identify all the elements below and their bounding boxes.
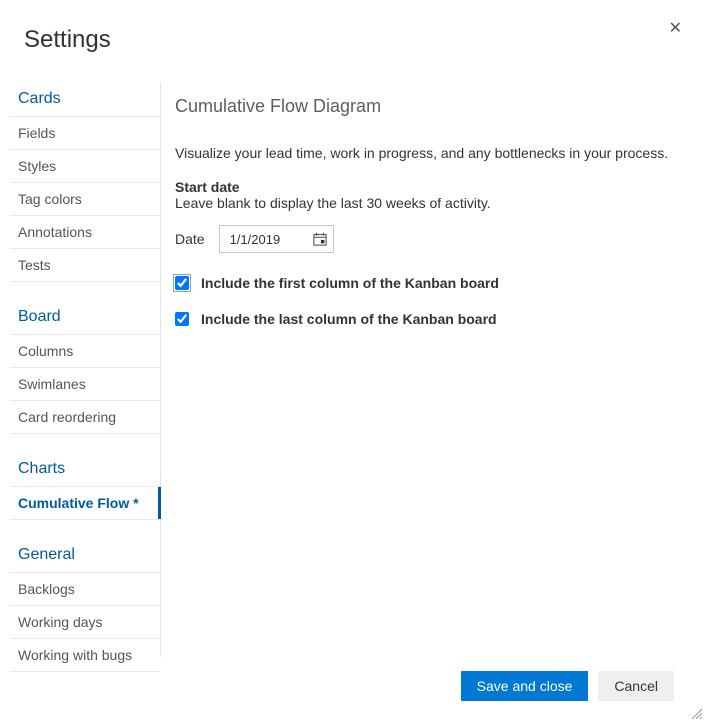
sidebar-item-tag-colors[interactable]: Tag colors	[10, 182, 160, 215]
sidebar-item-working-with-bugs[interactable]: Working with bugs	[10, 638, 160, 672]
start-date-label: Start date	[175, 179, 685, 195]
date-label: Date	[175, 231, 205, 247]
checkbox-include-last-column[interactable]	[175, 312, 189, 326]
date-input[interactable]: 1/1/2019	[219, 225, 334, 253]
close-icon[interactable]: ✕	[669, 18, 682, 38]
dialog-footer: Save and close Cancel	[461, 671, 674, 701]
section-header-general: General	[10, 538, 160, 572]
sidebar-item-tests[interactable]: Tests	[10, 248, 160, 282]
sidebar-item-swimlanes[interactable]: Swimlanes	[10, 367, 160, 400]
sidebar-item-styles[interactable]: Styles	[10, 149, 160, 182]
sidebar-item-columns[interactable]: Columns	[10, 334, 160, 367]
start-date-hint: Leave blank to display the last 30 weeks…	[175, 195, 685, 211]
settings-sidebar: Cards Fields Styles Tag colors Annotatio…	[10, 82, 161, 657]
cancel-button[interactable]: Cancel	[598, 671, 674, 701]
resize-grip-icon[interactable]	[690, 707, 702, 719]
section-header-cards: Cards	[10, 82, 160, 116]
dialog-title: Settings	[24, 26, 111, 54]
checkbox-last-label: Include the last column of the Kanban bo…	[201, 311, 497, 327]
sidebar-item-card-reordering[interactable]: Card reordering	[10, 400, 160, 434]
sidebar-item-fields[interactable]: Fields	[10, 116, 160, 149]
checkbox-first-label: Include the first column of the Kanban b…	[201, 275, 499, 291]
save-and-close-button[interactable]: Save and close	[461, 671, 589, 701]
section-header-charts: Charts	[10, 452, 160, 486]
sidebar-item-backlogs[interactable]: Backlogs	[10, 572, 160, 605]
section-header-board: Board	[10, 300, 160, 334]
date-value: 1/1/2019	[230, 232, 281, 247]
panel-title: Cumulative Flow Diagram	[175, 96, 685, 117]
panel-description: Visualize your lead time, work in progre…	[175, 145, 685, 161]
sidebar-item-cumulative-flow[interactable]: Cumulative Flow *	[10, 486, 160, 520]
calendar-icon[interactable]	[313, 232, 327, 246]
settings-panel: Cumulative Flow Diagram Visualize your l…	[175, 82, 685, 347]
checkbox-include-first-column[interactable]	[175, 276, 189, 290]
sidebar-item-annotations[interactable]: Annotations	[10, 215, 160, 248]
sidebar-item-working-days[interactable]: Working days	[10, 605, 160, 638]
